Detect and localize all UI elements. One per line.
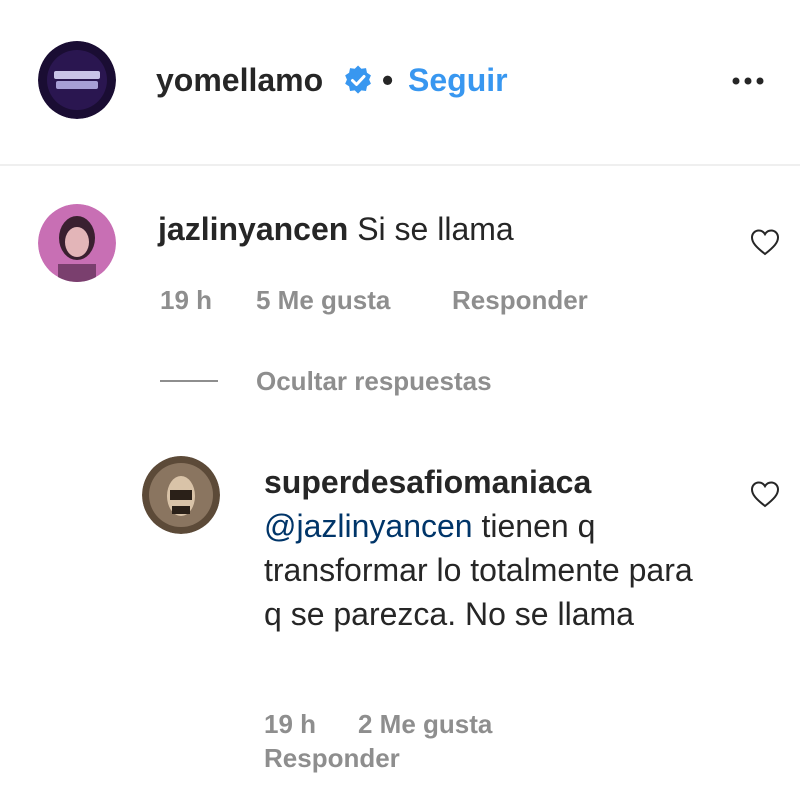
like-reply-icon[interactable] bbox=[750, 480, 780, 508]
verified-badge-icon bbox=[343, 65, 373, 95]
comment-likes-count[interactable]: 5 Me gusta bbox=[256, 284, 390, 316]
comment-timestamp[interactable]: 19 h bbox=[160, 284, 212, 316]
reply-author-avatar[interactable] bbox=[142, 456, 220, 534]
reply-timestamp[interactable]: 19 h bbox=[264, 708, 316, 740]
mention-link[interactable]: @jazlinyancen bbox=[264, 508, 473, 544]
comment-text: Si se llama bbox=[357, 211, 514, 247]
like-comment-icon[interactable] bbox=[750, 228, 780, 256]
reply-comment: superdesafiomaniaca @jazlinyancen tienen… bbox=[264, 460, 704, 636]
author-avatar[interactable] bbox=[38, 41, 116, 119]
reply-likes-count[interactable]: 2 Me gusta bbox=[358, 708, 492, 740]
reply-author-username[interactable]: superdesafiomaniaca bbox=[264, 460, 704, 504]
comment-text-line: jazlinyancen Si se llama bbox=[158, 209, 514, 249]
hide-replies-button[interactable]: Ocultar respuestas bbox=[256, 364, 492, 398]
more-options-icon[interactable] bbox=[730, 66, 770, 96]
replies-divider bbox=[160, 380, 218, 382]
commenter-avatar[interactable] bbox=[38, 204, 116, 282]
separator-dot: • bbox=[382, 62, 394, 98]
author-username[interactable]: yomellamo bbox=[156, 60, 323, 100]
follow-button[interactable]: Seguir bbox=[408, 60, 508, 100]
commenter-username[interactable]: jazlinyancen bbox=[158, 211, 348, 247]
comment-reply-button[interactable]: Responder bbox=[452, 284, 588, 316]
reply-reply-button[interactable]: Responder bbox=[264, 742, 400, 774]
post-header: yomellamo • Seguir bbox=[0, 0, 800, 166]
